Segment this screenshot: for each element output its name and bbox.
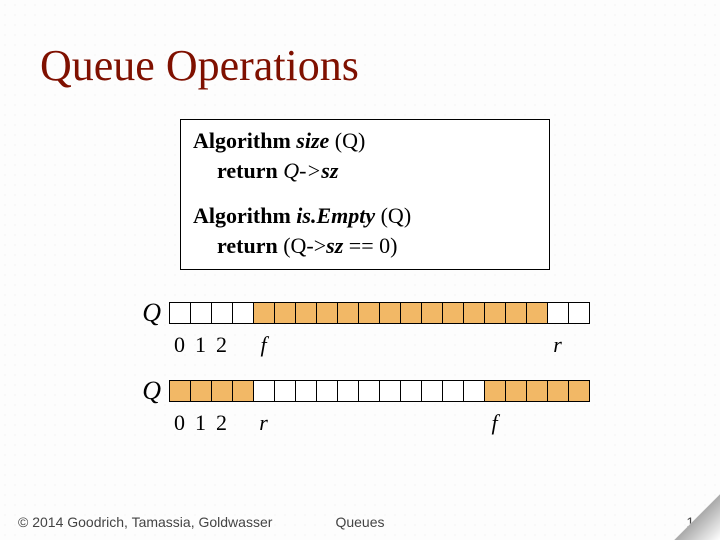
q-label-2: Q: [135, 376, 169, 406]
array-cell: [253, 302, 275, 324]
index-label-0: 0: [169, 334, 190, 356]
array-cell: [442, 302, 464, 324]
index-label-2: 2: [211, 334, 232, 356]
array-cell: [274, 380, 296, 402]
array-cell: [358, 380, 380, 402]
array-cell: [421, 302, 443, 324]
fn-isempty: is.Empty: [296, 203, 375, 228]
queue-diagram-1: Q 012f r: [135, 298, 680, 356]
expr-sz-2: sz: [326, 233, 343, 258]
array-cell: [358, 302, 380, 324]
array-cell: [421, 380, 443, 402]
index-label-1: 1: [190, 334, 211, 356]
fn-size-arg: (Q): [335, 128, 366, 153]
algo-size-return: return Q->sz: [193, 156, 537, 186]
algo-isempty-return: return (Q->sz == 0): [193, 231, 537, 261]
queue-diagram-2: Q 012r f: [135, 376, 680, 434]
array-cell: [316, 302, 338, 324]
labels-1: 012f r: [169, 334, 680, 356]
array-cell: [547, 302, 569, 324]
array-cell: [190, 380, 212, 402]
array-cell: [169, 380, 191, 402]
array-cell: [505, 380, 527, 402]
expr-open: (Q->: [283, 233, 326, 258]
array-cell: [505, 302, 527, 324]
kw-algorithm-2: Algorithm: [193, 203, 291, 228]
array-cell: [463, 302, 485, 324]
algo-size-header: Algorithm size (Q): [193, 126, 537, 156]
array-cell: [526, 380, 548, 402]
array-cell: [295, 380, 317, 402]
footer: © 2014 Goodrich, Tamassia, Goldwasser Qu…: [18, 514, 702, 530]
index-label-0: 0: [169, 412, 190, 434]
array-cell: [169, 302, 191, 324]
q-label-1: Q: [135, 298, 169, 328]
array-cell: [379, 380, 401, 402]
algorithm-box: Algorithm size (Q) return Q->sz Algorith…: [180, 119, 550, 270]
index-label-1: 1: [190, 412, 211, 434]
kw-return: return: [217, 158, 278, 183]
algo-isempty-header: Algorithm is.Empty (Q): [193, 201, 537, 231]
array-cell: [400, 380, 422, 402]
index-label-2: 2: [211, 412, 232, 434]
cells-2: [169, 380, 590, 402]
index-label-r: r: [547, 334, 568, 356]
array-cell: [232, 380, 254, 402]
array-cell: [547, 380, 569, 402]
kw-algorithm: Algorithm: [193, 128, 291, 153]
array-cell: [400, 302, 422, 324]
expr-close: == 0): [343, 233, 397, 258]
cells-1: [169, 302, 590, 324]
array-cell: [568, 380, 590, 402]
array-cell: [274, 302, 296, 324]
fn-size: size: [296, 128, 329, 153]
footer-topic: Queues: [18, 514, 702, 530]
array-cell: [295, 302, 317, 324]
array-cell: [211, 380, 233, 402]
array-cell: [211, 302, 233, 324]
labels-2: 012r f: [169, 412, 680, 434]
array-cell: [337, 380, 359, 402]
array-cell: [442, 380, 464, 402]
index-label-f: f: [484, 412, 505, 434]
kw-return-2: return: [217, 233, 278, 258]
fn-isempty-arg: (Q): [381, 203, 412, 228]
index-label-r: r: [253, 412, 274, 434]
array-cell: [568, 302, 590, 324]
expr-q-arrow: Q->: [283, 158, 321, 183]
array-cell: [463, 380, 485, 402]
page-title: Queue Operations: [40, 40, 680, 91]
array-cell: [253, 380, 275, 402]
array-cell: [232, 302, 254, 324]
expr-sz: sz: [321, 158, 338, 183]
array-cell: [379, 302, 401, 324]
index-label-f: f: [253, 334, 274, 356]
array-cell: [484, 380, 506, 402]
array-cell: [316, 380, 338, 402]
array-cell: [484, 302, 506, 324]
array-cell: [337, 302, 359, 324]
array-cell: [190, 302, 212, 324]
array-cell: [526, 302, 548, 324]
